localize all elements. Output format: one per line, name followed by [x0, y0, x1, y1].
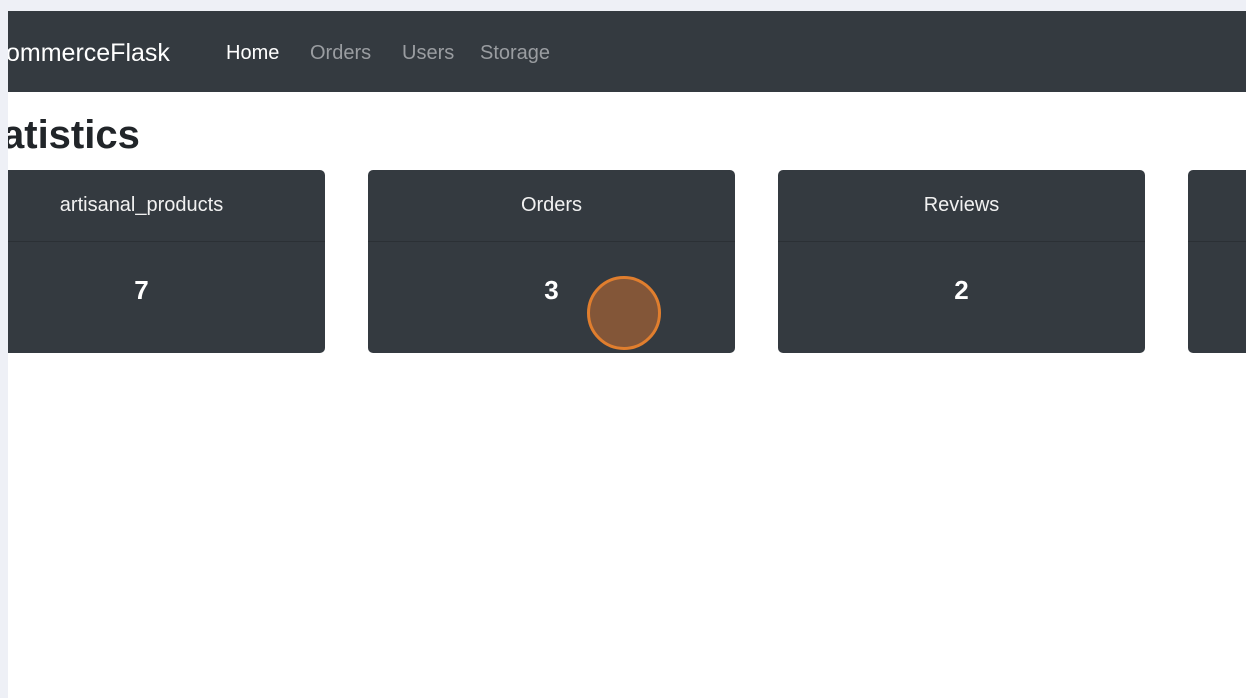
card-value: 2	[954, 274, 969, 305]
nav-link-home[interactable]: Home	[226, 40, 279, 66]
card-header: artisanal_products	[8, 170, 325, 242]
stat-card-reviews: Reviews 2	[778, 170, 1145, 353]
card-value: 7	[134, 274, 149, 305]
page-title: atistics	[8, 113, 140, 157]
card-header	[1188, 170, 1246, 242]
card-header: Reviews	[778, 170, 1145, 242]
page: ommerceFlask Home Orders Users Storage a…	[8, 11, 1246, 698]
click-indicator	[587, 276, 661, 350]
nav-link-orders[interactable]: Orders	[310, 40, 371, 66]
stat-card-artisanal-products: artisanal_products 7	[8, 170, 325, 353]
nav-link-users[interactable]: Users	[402, 40, 454, 66]
nav-link-storage[interactable]: Storage	[480, 40, 550, 66]
stat-card-partial	[1188, 170, 1246, 353]
navbar: ommerceFlask Home Orders Users Storage	[8, 11, 1246, 92]
card-header: Orders	[368, 170, 735, 242]
card-value: 3	[544, 274, 559, 305]
stat-card-orders: Orders 3	[368, 170, 735, 353]
card-value	[1188, 242, 1246, 338]
brand-link[interactable]: ommerceFlask	[8, 38, 170, 68]
